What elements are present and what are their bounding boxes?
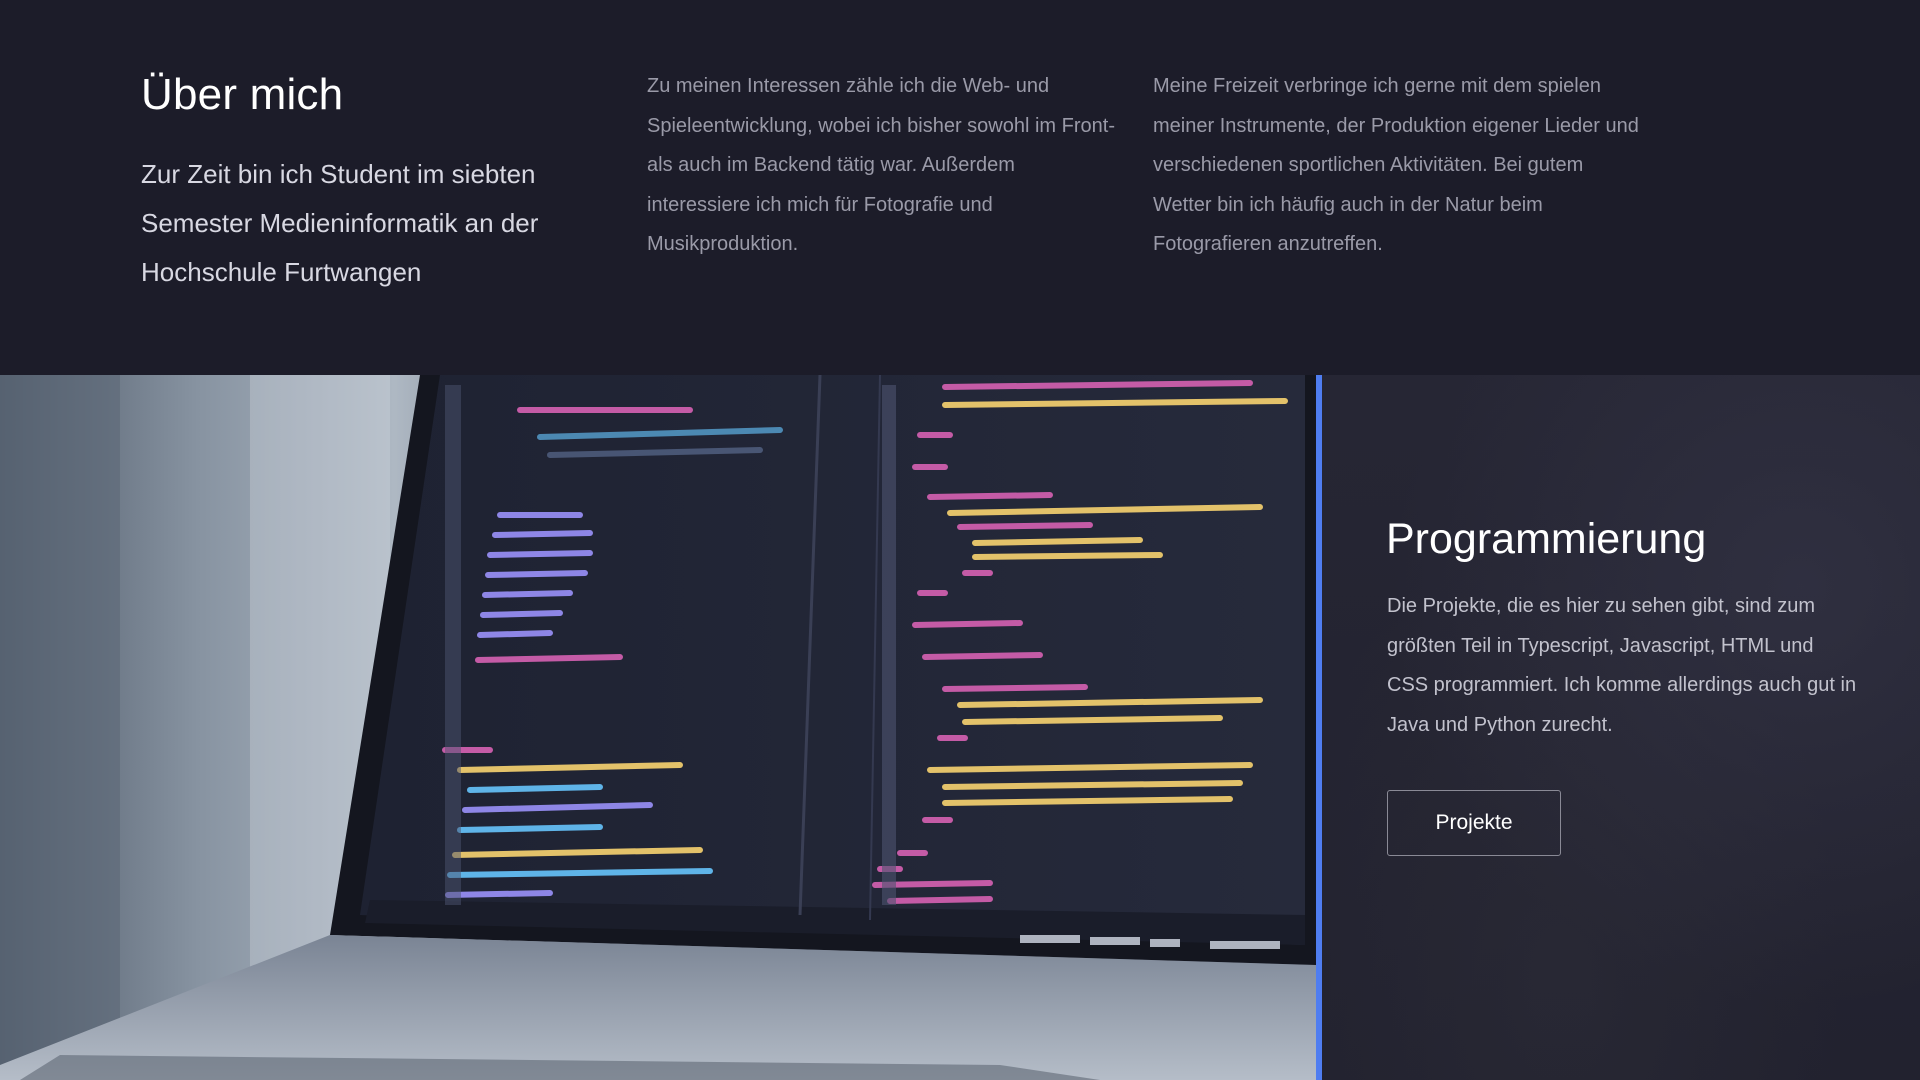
laptop-code-photo	[0, 375, 1316, 1080]
photo-accent-border	[1316, 375, 1322, 1080]
programming-text: Die Projekte, die es hier zu sehen gibt,…	[1387, 595, 1857, 736]
about-freetime-text: Meine Freizeit verbringe ich gerne mit d…	[1153, 75, 1639, 255]
programming-section: Programmierung Die Projekte, die es hier…	[0, 375, 1920, 1080]
programming-title: Programmierung	[1386, 515, 1707, 563]
about-section: Über mich Zur Zeit bin ich Student im si…	[0, 0, 1920, 375]
about-interests-text: Zu meinen Interessen zähle ich die Web- …	[647, 75, 1115, 255]
projects-button[interactable]: Projekte	[1387, 790, 1561, 856]
about-title: Über mich	[141, 70, 344, 119]
page: Über mich Zur Zeit bin ich Student im si…	[0, 0, 1920, 1080]
about-lead-text: Zur Zeit bin ich Student im siebten Seme…	[141, 159, 539, 287]
